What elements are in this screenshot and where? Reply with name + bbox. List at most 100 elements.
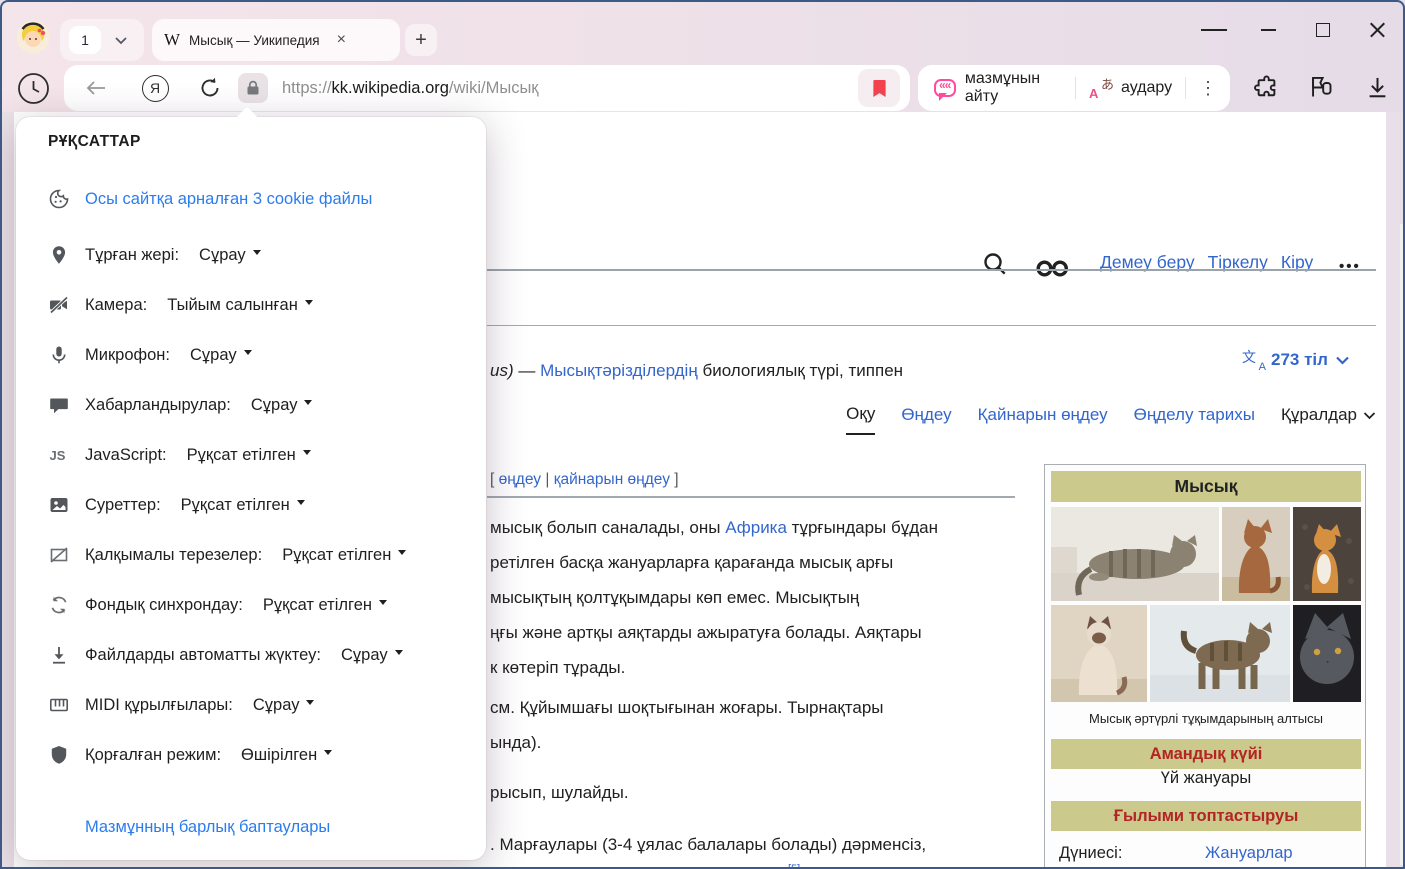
- maximize-icon[interactable]: [1310, 17, 1336, 43]
- back-icon[interactable]: [64, 80, 128, 96]
- page-scrollbar[interactable]: [1400, 224, 1405, 865]
- text-fragment: мысық болып саналады, оны: [490, 518, 725, 537]
- article-link[interactable]: өңдеу: [499, 471, 541, 488]
- photo-row: [1051, 605, 1361, 702]
- permission-label: MIDI құрылғылары:: [85, 696, 233, 715]
- tab-қайнарын өңдеу[interactable]: Қайнарын өңдеу: [978, 404, 1108, 435]
- permission-value-dropdown[interactable]: Рұқсат етілген: [282, 546, 406, 565]
- permission-value-dropdown[interactable]: Рұқсат етілген: [181, 496, 305, 515]
- permission-value-dropdown[interactable]: Сұрау: [190, 346, 252, 365]
- ginger-white-cat-photo[interactable]: [1293, 507, 1361, 601]
- permission-value-dropdown[interactable]: Сұрау: [199, 246, 261, 265]
- permission-row[interactable]: Камера:Тыйым салынған: [48, 292, 313, 318]
- permission-value-dropdown[interactable]: Рұқсат етілген: [263, 596, 387, 615]
- text-fragment: [: [490, 471, 499, 488]
- url-path: /wiki/Мысық: [449, 79, 539, 97]
- language-selector-button[interactable]: 文А 273 тіл: [1242, 350, 1350, 370]
- search-icon[interactable]: [982, 251, 1009, 278]
- tab-өңделу тарихы[interactable]: Өңделу тарихы: [1134, 404, 1255, 435]
- close-window-icon[interactable]: [1364, 17, 1390, 43]
- permission-row[interactable]: Файлдарды автоматты жүктеу:Сұрау: [48, 642, 403, 668]
- tabby-cat-lying-photo[interactable]: [1051, 507, 1219, 601]
- tab-label: Өңделу тарихы: [1134, 405, 1255, 425]
- permission-value-dropdown[interactable]: Өшірілген: [241, 746, 332, 765]
- text-fragment: ретілген басқа жануарларға қарағанда мыс…: [490, 553, 893, 572]
- site-permissions-lock-icon[interactable]: [238, 73, 268, 103]
- permission-value-dropdown[interactable]: Сұрау: [253, 696, 315, 715]
- permission-row[interactable]: Қалқымалы терезелер:Рұқсат етілген: [48, 542, 406, 568]
- translate-button[interactable]: あA аудару: [1076, 77, 1185, 99]
- tab-count-badge: 1: [69, 26, 101, 54]
- downloads-icon[interactable]: [1364, 74, 1391, 101]
- article-link[interactable]: қайнарын өңдеу: [554, 471, 670, 488]
- abyssinian-cat-photo[interactable]: [1222, 507, 1290, 601]
- read-aloud-label: мазмұнын айту: [965, 70, 1061, 106]
- extensions-icon[interactable]: [1253, 74, 1280, 101]
- text-fragment: см. Құйымшағы шоқтығынан жоғары. Тырнақт…: [490, 698, 884, 717]
- permission-row[interactable]: Тұрған жері:Сұрау: [48, 242, 261, 268]
- reload-icon[interactable]: [182, 76, 238, 100]
- taxobox: Мысық Мысық әртүрлі тұқымдарының ал: [1044, 464, 1366, 869]
- text-fragment: ңғы және артқы аяқтарды ажыратуға болады…: [490, 623, 922, 642]
- bookmark-icon: [871, 78, 888, 99]
- permission-row[interactable]: Хабарландырулар:Сұрау: [48, 392, 312, 418]
- all-content-settings-link[interactable]: Мазмұнның барлық баптаулары: [85, 818, 330, 837]
- permission-row[interactable]: Фондық синхрондау:Рұқсат етілген: [48, 592, 387, 618]
- permission-value-dropdown[interactable]: Рұқсат етілген: [187, 446, 311, 465]
- history-icon[interactable]: [14, 69, 52, 107]
- cookies-link[interactable]: Осы сайтқа арналған 3 cookie файлы: [85, 190, 372, 209]
- article-link[interactable]: Мысықтәрізділердің: [540, 361, 698, 380]
- permission-value-dropdown[interactable]: Сұрау: [251, 396, 313, 415]
- browser-menu-icon[interactable]: [1201, 17, 1227, 43]
- article-link[interactable]: Африка: [725, 518, 787, 537]
- content-settings-row: Мазмұнның барлық баптаулары: [85, 814, 330, 840]
- browser-tab[interactable]: W Мысық — Уикипедия ×: [152, 19, 400, 61]
- new-tab-button[interactable]: +: [405, 24, 437, 56]
- infobox-title: Мысық: [1051, 471, 1361, 502]
- more-actions-icon[interactable]: ⋮: [1186, 78, 1230, 99]
- permission-value-dropdown[interactable]: Сұрау: [341, 646, 403, 665]
- javascript-icon: JS: [48, 444, 70, 466]
- read-aloud-button[interactable]: «« мазмұнын айту: [918, 70, 1075, 106]
- collections-icon[interactable]: [1308, 74, 1335, 101]
- bookmark-button[interactable]: [858, 69, 900, 107]
- chevron-down-icon: [114, 36, 128, 45]
- close-tab-icon[interactable]: ×: [337, 31, 346, 49]
- permission-row[interactable]: Микрофон: Сұрау: [48, 342, 252, 368]
- tab-құралдар[interactable]: Құралдар: [1281, 404, 1376, 435]
- permission-row[interactable]: MIDI құрылғылары: Сұрау: [48, 692, 314, 718]
- tab-title: Мысық — Уикипедия: [189, 33, 320, 48]
- permission-row[interactable]: Қорғалған режим:Өшірілген: [48, 742, 332, 768]
- cookie-icon: [48, 188, 70, 210]
- profile-avatar[interactable]: [16, 20, 50, 54]
- text-fragment: биологиялық түрі, типпен: [698, 361, 903, 380]
- infobox-caption: Мысық әртүрлі тұқымдарының алтысы: [1051, 711, 1361, 726]
- taxonomy-value-link[interactable]: Жануарлар: [1205, 844, 1293, 863]
- translate-icon: あA: [1089, 77, 1113, 99]
- tab-label: Құралдар: [1281, 405, 1357, 425]
- siamese-cat-photo[interactable]: [1051, 605, 1147, 702]
- page-actions-pill: «« мазмұнын айту あA аудару ⋮: [918, 65, 1230, 111]
- tabby-cat-snow-photo[interactable]: [1150, 605, 1290, 702]
- url-text[interactable]: https://kk.wikipedia.org/wiki/Мысық: [282, 79, 539, 98]
- yandex-search-icon[interactable]: Я: [128, 75, 182, 102]
- permission-row[interactable]: Суреттер:Рұқсат етілген: [48, 492, 305, 518]
- minimize-icon[interactable]: [1255, 17, 1281, 43]
- classification-header: Ғылыми топтастыруы: [1051, 801, 1361, 831]
- section-divider: [487, 496, 1015, 498]
- more-options-icon[interactable]: •••: [1339, 258, 1361, 275]
- text-fragment: к көтеріп тұрады.: [490, 658, 625, 677]
- status-value: Үй жануары: [1051, 769, 1361, 788]
- taxonomy-row: Дүниесі:Жануарлар: [1059, 837, 1357, 869]
- tab-counter[interactable]: 1: [60, 19, 144, 61]
- address-bar[interactable]: Я https://kk.wikipedia.org/wiki/Мысық: [64, 65, 910, 111]
- gray-cat-photo[interactable]: [1293, 605, 1361, 702]
- tab-өңдеу[interactable]: Өңдеу: [901, 404, 951, 435]
- permission-value-dropdown[interactable]: Тыйым салынған: [167, 296, 313, 315]
- article-link[interactable]: [5]: [788, 863, 800, 869]
- permission-row[interactable]: JSJavaScript:Рұқсат етілген: [48, 442, 311, 468]
- site-permissions-popup: РҰҚСАТТАР Осы сайтқа арналған 3 cookie ф…: [16, 117, 486, 860]
- chrome-left-strip: [2, 112, 14, 867]
- tab-оқу[interactable]: Оқу: [846, 404, 875, 435]
- permission-label: Микрофон:: [85, 346, 170, 365]
